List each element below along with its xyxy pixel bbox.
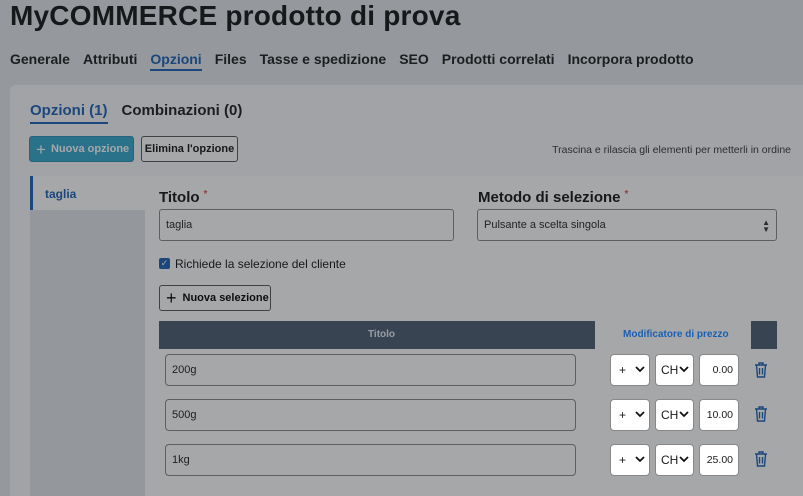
chevron-down-icon: [635, 456, 645, 463]
tab-generale[interactable]: Generale: [10, 51, 70, 71]
title-input[interactable]: taglia: [159, 209, 454, 241]
new-selection-button[interactable]: + Nuova selezione: [159, 285, 271, 311]
currency-value: CH: [661, 363, 679, 377]
options-subtabs: Opzioni (1) Combinazioni (0): [30, 102, 242, 124]
sign-value: +: [619, 453, 627, 467]
sign-select[interactable]: +: [610, 399, 650, 431]
column-title: Titolo: [368, 329, 396, 340]
sign-value: +: [619, 363, 627, 377]
subtab-combinazioni[interactable]: Combinazioni (0): [122, 102, 243, 124]
chevron-down-icon: [679, 456, 689, 463]
trash-icon[interactable]: [754, 362, 768, 378]
amount-input[interactable]: 0.00: [699, 354, 739, 386]
currency-select[interactable]: CH: [655, 444, 694, 476]
row-title-input[interactable]: 200g: [165, 354, 576, 386]
currency-select[interactable]: CH: [655, 399, 694, 431]
option-list: [30, 176, 145, 496]
title-label: Titolo *: [159, 189, 207, 206]
require-selection-checkbox[interactable]: ✓: [159, 258, 170, 269]
delete-option-button[interactable]: Elimina l'opzione: [141, 136, 238, 162]
plus-icon: +: [166, 288, 177, 308]
product-tabs: Generale Attributi Opzioni Files Tasse e…: [10, 51, 694, 71]
method-select-value: Pulsante a scelta singola: [484, 219, 606, 231]
tab-prodotti-correlati[interactable]: Prodotti correlati: [442, 51, 555, 71]
method-select[interactable]: Pulsante a scelta singola ▲ ▼: [477, 209, 777, 241]
new-option-label: Nuova opzione: [50, 143, 130, 155]
option-item-taglia[interactable]: taglia: [30, 176, 145, 210]
require-selection-label: Richiede la selezione del cliente: [175, 257, 346, 271]
amount-input[interactable]: 10.00: [699, 399, 739, 431]
chevron-down-icon: [635, 411, 645, 418]
row-title-input[interactable]: 500g: [165, 399, 576, 431]
row-title-input[interactable]: 1kg: [165, 444, 576, 476]
title-label-text: Titolo: [159, 189, 200, 206]
required-marker: *: [203, 189, 208, 200]
page-title: MyCOMMERCE prodotto di prova: [10, 0, 461, 31]
tab-incorpora-prodotto[interactable]: Incorpora prodotto: [568, 51, 694, 71]
sign-select[interactable]: +: [610, 354, 650, 386]
trash-icon[interactable]: [754, 451, 768, 467]
required-marker: *: [624, 189, 629, 200]
new-selection-label: Nuova selezione: [182, 292, 269, 304]
tab-seo[interactable]: SEO: [399, 51, 429, 71]
column-price-modifier: Modificatore di prezzo: [623, 329, 729, 340]
tab-opzioni[interactable]: Opzioni: [150, 51, 202, 71]
currency-value: CH: [661, 408, 679, 422]
sign-value: +: [619, 408, 627, 422]
chevron-down-icon: [635, 366, 645, 373]
new-option-button[interactable]: + Nuova opzione: [29, 136, 134, 162]
currency-select[interactable]: CH: [655, 354, 694, 386]
trash-icon[interactable]: [754, 406, 768, 422]
plus-icon: +: [36, 139, 46, 159]
currency-value: CH: [661, 453, 679, 467]
subtab-opzioni[interactable]: Opzioni (1): [30, 102, 108, 124]
select-arrows-icon: ▲ ▼: [762, 218, 770, 234]
tab-tasse-spedizione[interactable]: Tasse e spedizione: [260, 51, 387, 71]
chevron-down-icon: [679, 411, 689, 418]
tab-attributi[interactable]: Attributi: [83, 51, 137, 71]
chevron-down-icon: [679, 366, 689, 373]
sign-select[interactable]: +: [610, 444, 650, 476]
drag-hint: Trascina e rilascia gli elementi per met…: [552, 144, 791, 156]
amount-input[interactable]: 25.00: [699, 444, 739, 476]
method-label: Metodo di selezione *: [478, 189, 628, 206]
method-label-text: Metodo di selezione: [478, 189, 621, 206]
tab-files[interactable]: Files: [215, 51, 247, 71]
